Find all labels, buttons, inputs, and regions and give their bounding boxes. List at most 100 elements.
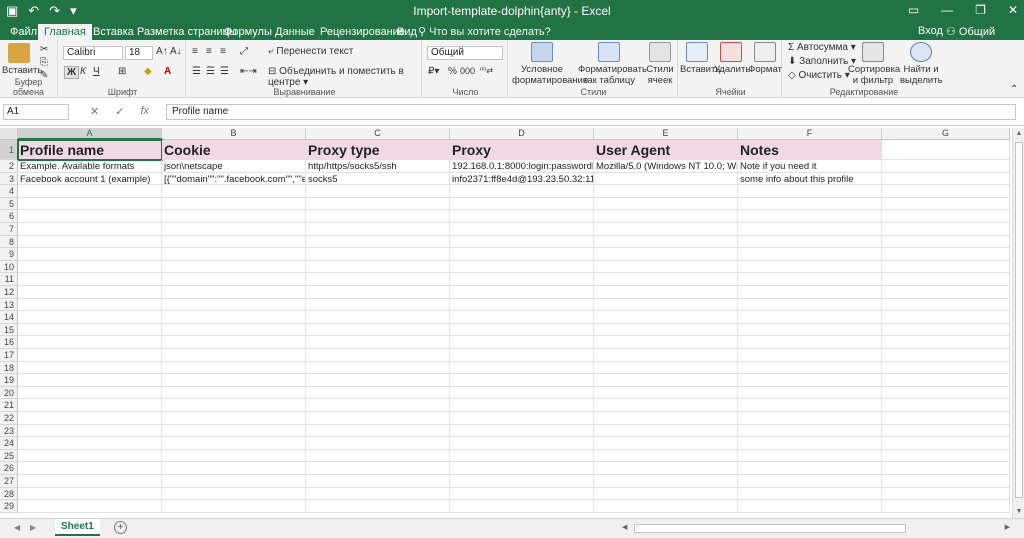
cell[interactable] [162, 248, 306, 261]
cell[interactable] [306, 197, 450, 211]
cell[interactable] [450, 349, 594, 362]
cell[interactable] [738, 462, 882, 475]
cell[interactable] [306, 424, 450, 438]
cell[interactable] [450, 487, 594, 501]
cell[interactable] [738, 336, 882, 349]
cell[interactable] [450, 437, 594, 450]
cell[interactable] [882, 462, 1010, 475]
wrap-text-button[interactable]: ⤶ Перенести текст [268, 46, 353, 57]
name-box[interactable]: A1 [3, 104, 69, 120]
cell[interactable] [306, 500, 450, 513]
cell[interactable] [18, 462, 162, 475]
cell[interactable] [306, 185, 450, 198]
row-header[interactable]: 3 [0, 172, 18, 186]
cell[interactable] [882, 475, 1010, 488]
cell[interactable] [162, 462, 306, 475]
cell[interactable] [594, 197, 738, 211]
align-left-icon[interactable]: ☰ [192, 66, 201, 77]
row-header[interactable]: 9 [0, 248, 18, 261]
cell[interactable] [18, 412, 162, 425]
cell[interactable] [594, 412, 738, 425]
cell[interactable] [738, 449, 882, 463]
fill-button[interactable]: ⬇ Заполнить ▾ [788, 56, 856, 67]
font-family-select[interactable]: Calibri [63, 46, 123, 60]
orientation-icon[interactable]: ⤢ [240, 46, 248, 57]
cell[interactable] [594, 298, 738, 312]
cell[interactable] [18, 210, 162, 223]
cell[interactable] [594, 248, 738, 261]
cell[interactable] [306, 286, 450, 299]
cell[interactable] [738, 197, 882, 211]
scroll-left-icon[interactable]: ◀ [622, 523, 627, 531]
cell[interactable] [882, 323, 1010, 337]
cell[interactable] [18, 374, 162, 387]
cell[interactable] [594, 399, 738, 412]
cell[interactable] [882, 437, 1010, 450]
cell[interactable] [162, 374, 306, 387]
cell[interactable] [882, 336, 1010, 349]
cell[interactable] [882, 260, 1010, 274]
cell[interactable] [162, 260, 306, 274]
column-header[interactable]: G [882, 128, 1010, 140]
row-header[interactable]: 18 [0, 361, 18, 375]
cell[interactable] [18, 437, 162, 450]
cell[interactable] [594, 424, 738, 438]
insert-cells-button[interactable]: Вставить [680, 42, 720, 75]
cell[interactable]: http/https/socks5/ssh [306, 160, 450, 173]
close-icon[interactable]: ✕ [1008, 3, 1018, 17]
cell[interactable] [738, 311, 882, 324]
cell[interactable] [738, 487, 882, 501]
row-header[interactable]: 5 [0, 197, 18, 211]
cell[interactable]: json\netscape [162, 160, 306, 173]
cell[interactable] [594, 361, 738, 375]
cell[interactable] [450, 235, 594, 249]
column-header[interactable]: A [18, 128, 162, 140]
cell-styles-button[interactable]: Стили ячеек [644, 42, 676, 86]
bold-button[interactable]: Ж [64, 66, 80, 79]
cell[interactable] [450, 336, 594, 349]
row-header[interactable]: 23 [0, 424, 18, 438]
cell[interactable] [450, 475, 594, 488]
cell[interactable] [18, 487, 162, 501]
cell[interactable] [594, 386, 738, 400]
cell[interactable] [882, 185, 1010, 198]
cell[interactable] [594, 374, 738, 387]
cell[interactable] [18, 286, 162, 299]
row-header[interactable]: 28 [0, 487, 18, 501]
cell[interactable] [738, 235, 882, 249]
cell[interactable] [450, 210, 594, 223]
cell[interactable] [18, 500, 162, 513]
cell[interactable] [18, 424, 162, 438]
cell[interactable]: info2371:ff8e4d@193.23.50.32:1126 [450, 172, 594, 186]
borders-icon[interactable]: ⊞ [118, 66, 126, 77]
row-header[interactable]: 8 [0, 235, 18, 249]
cell[interactable] [162, 424, 306, 438]
cell[interactable] [450, 273, 594, 286]
cell[interactable] [882, 361, 1010, 375]
cell[interactable] [882, 210, 1010, 223]
cell[interactable] [162, 412, 306, 425]
cell[interactable] [306, 260, 450, 274]
formula-input[interactable]: Profile name [166, 104, 1016, 120]
cell[interactable] [18, 449, 162, 463]
cell[interactable] [162, 386, 306, 400]
cell[interactable] [738, 223, 882, 236]
cell[interactable] [306, 487, 450, 501]
header-cell[interactable]: Proxy type [306, 140, 450, 160]
cell[interactable] [162, 185, 306, 198]
cell[interactable] [450, 260, 594, 274]
row-header[interactable]: 25 [0, 449, 18, 463]
row-header[interactable]: 21 [0, 399, 18, 412]
row-header[interactable]: 14 [0, 311, 18, 324]
grow-font-icon[interactable]: A↑ [156, 46, 168, 57]
prev-sheet-icon[interactable]: ◀ [14, 523, 20, 532]
header-cell[interactable]: Proxy [450, 140, 594, 160]
align-bottom-icon[interactable]: ≡ [220, 46, 226, 57]
cell[interactable] [18, 273, 162, 286]
cell[interactable] [18, 311, 162, 324]
header-cell[interactable]: User Agent [594, 140, 738, 160]
cell[interactable] [450, 412, 594, 425]
cell[interactable] [594, 449, 738, 463]
cell[interactable] [306, 386, 450, 400]
insert-function-button[interactable]: fx [140, 105, 149, 118]
